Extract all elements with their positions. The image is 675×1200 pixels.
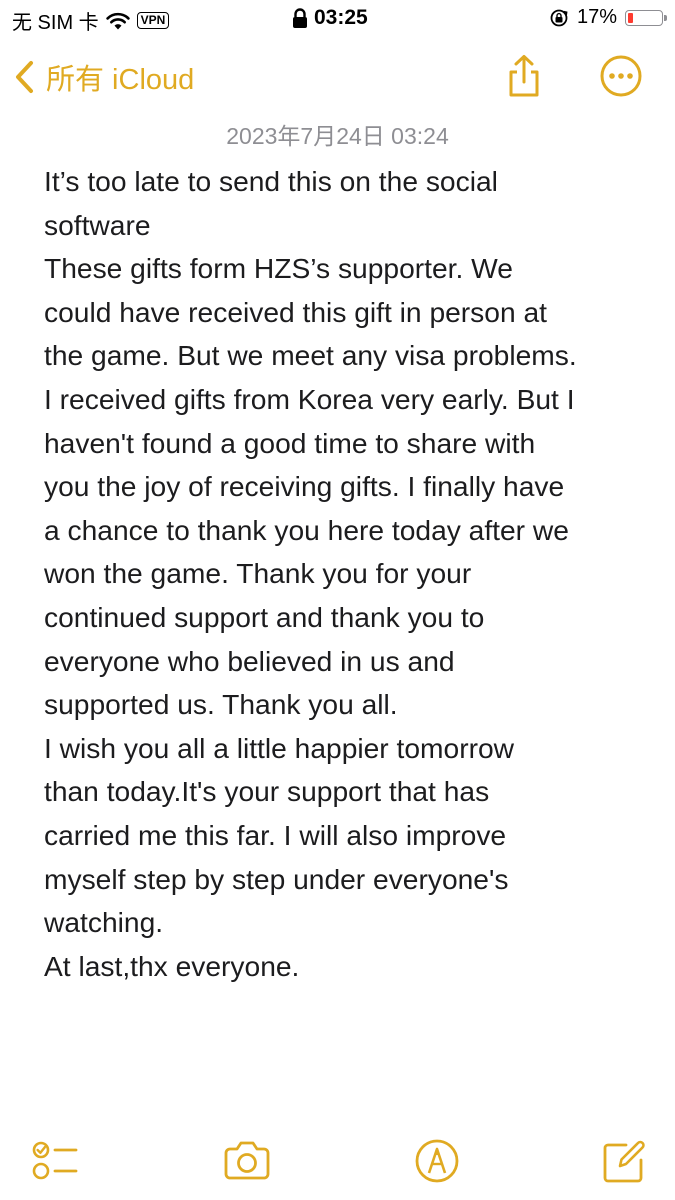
markup-pen-icon — [412, 1136, 462, 1186]
vpn-badge: VPN — [136, 12, 170, 29]
note-line: won the game. Thank you for your — [44, 557, 472, 590]
more-button[interactable] — [599, 54, 643, 98]
checklist-button[interactable] — [30, 1136, 80, 1186]
battery-level — [628, 12, 633, 23]
status-left: 无 SIM 卡 VPN — [12, 6, 170, 35]
note-body[interactable]: It’s too late to send this on the social… — [44, 160, 654, 988]
note-line: everyone who believed in us and — [44, 644, 455, 677]
note-line: than today.It's your support that has — [44, 775, 490, 808]
camera-icon — [222, 1136, 272, 1186]
camera-button[interactable] — [222, 1136, 272, 1186]
note-line: myself step by step under everyone's — [44, 862, 509, 895]
orientation-lock-icon — [549, 8, 569, 28]
note-line: software — [44, 208, 151, 241]
status-time: 03:25 — [314, 6, 368, 29]
note-line: could have received this gift in person … — [44, 295, 547, 328]
note-line: At last,thx everyone. — [44, 949, 300, 982]
share-icon — [502, 54, 546, 98]
chevron-left-icon — [14, 60, 36, 94]
status-center: 03:25 — [292, 6, 368, 30]
checklist-icon — [30, 1136, 80, 1186]
note-line: you the joy of receiving gifts. I finall… — [44, 470, 565, 503]
ellipsis-circle-icon — [599, 54, 643, 98]
lock-icon — [292, 7, 308, 29]
note-line: It’s too late to send this on the social — [44, 165, 498, 197]
battery-icon — [625, 9, 667, 26]
note-line: These gifts form HZS’s supporter. We — [44, 252, 513, 285]
note-line: haven't found a good time to share with — [44, 426, 536, 459]
note-date: 2023年7月24日 03:24 — [226, 123, 449, 149]
carrier-label: 无 SIM 卡 — [12, 12, 99, 34]
note-line: watching. — [44, 906, 164, 939]
share-button[interactable] — [502, 54, 546, 98]
status-bar: 无 SIM 卡 VPN 03:25 17% — [0, 0, 675, 40]
note-line: supported us. Thank you all. — [44, 688, 398, 721]
note-line: the game. But we meet any visa problems. — [44, 339, 577, 372]
note-line: I received gifts from Korea very early. … — [44, 382, 575, 415]
note-line: continued support and thank you to — [44, 600, 485, 633]
compose-icon — [600, 1136, 650, 1186]
note-line: I wish you all a little happier tomorrow — [44, 731, 514, 764]
compose-button[interactable] — [600, 1136, 650, 1186]
back-button[interactable]: 所有 iCloud — [14, 56, 194, 98]
note-line: carried me this far. I will also improve — [44, 818, 507, 851]
status-right: 17% — [549, 6, 667, 29]
wifi-icon — [105, 11, 131, 31]
back-label: 所有 iCloud — [46, 64, 195, 96]
nav-bar: 所有 iCloud — [0, 44, 675, 108]
note-line: a chance to thank you here today after w… — [44, 513, 569, 546]
battery-percent: 17% — [576, 6, 617, 28]
markup-button[interactable] — [412, 1136, 462, 1186]
